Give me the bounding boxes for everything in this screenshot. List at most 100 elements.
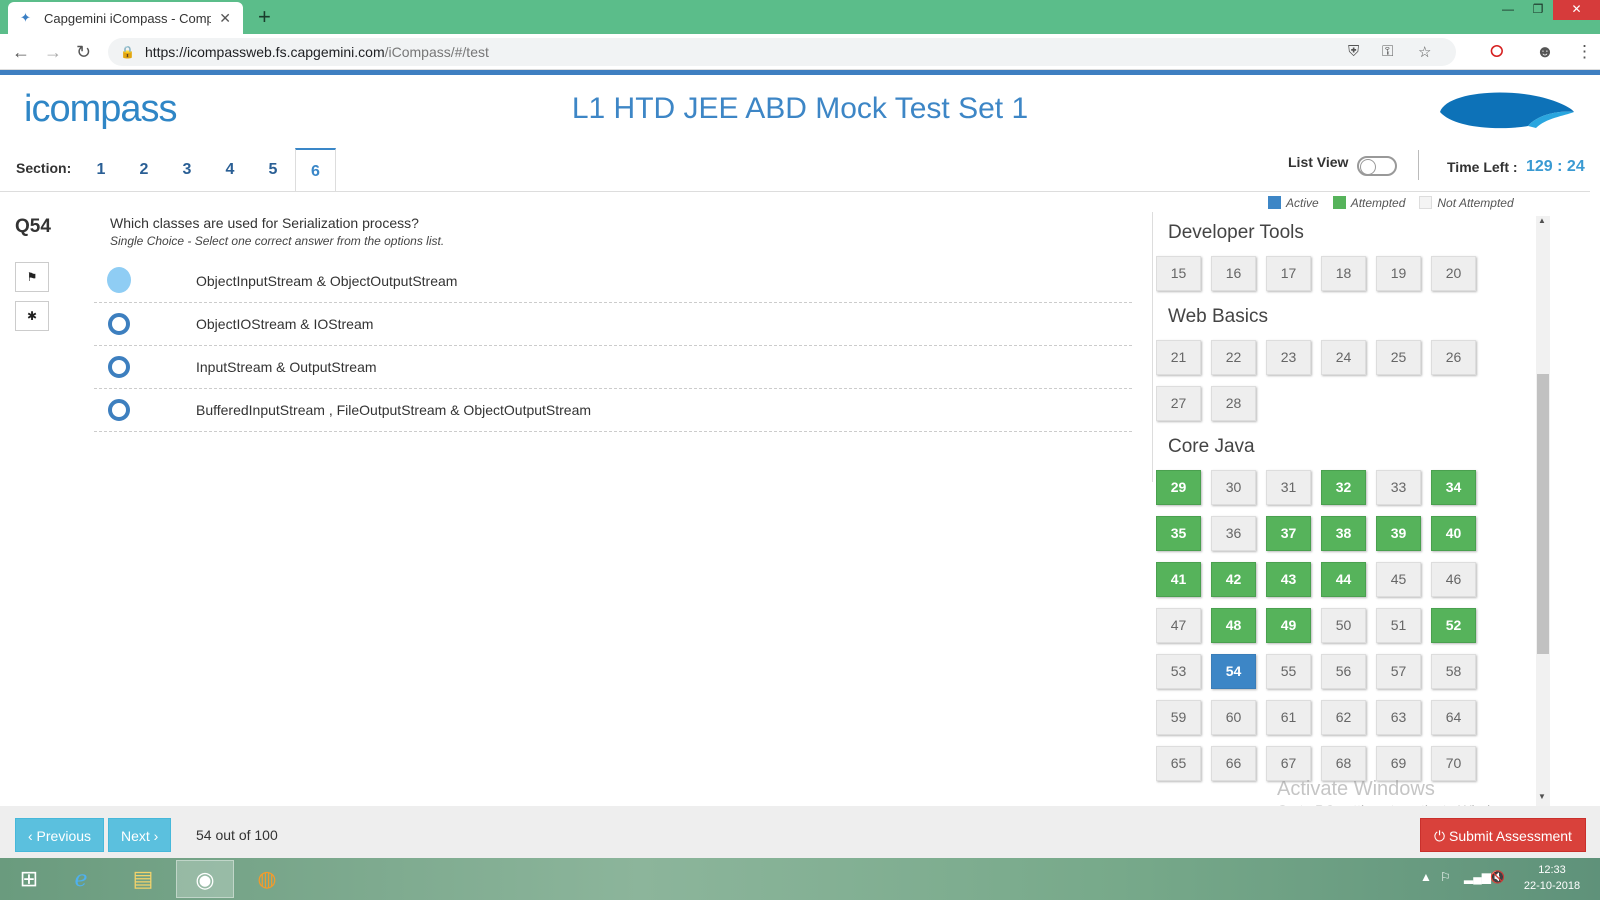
firefox-icon[interactable]: ◍ [238,860,296,898]
scroll-down-icon[interactable]: ▼ [1538,792,1546,801]
section-tab-6[interactable]: 6 [295,148,336,192]
blocked-popup-icon[interactable]: ⛨ [1348,43,1359,60]
question-cell[interactable]: 38 [1321,516,1366,551]
question-cell[interactable]: 56 [1321,654,1366,689]
scroll-up-icon[interactable]: ▲ [1538,216,1546,225]
question-cell[interactable]: 47 [1156,608,1201,643]
action-center-icon[interactable]: ⚐ [1440,870,1451,884]
list-view-toggle[interactable] [1357,156,1397,176]
question-cell[interactable]: 34 [1431,470,1476,505]
question-cell[interactable]: 63 [1376,700,1421,735]
question-cell[interactable]: 24 [1321,340,1366,375]
submit-assessment-button[interactable]: ⏻ Submit Assessment [1420,818,1586,852]
question-cell[interactable]: 67 [1266,746,1311,781]
question-cell[interactable]: 62 [1321,700,1366,735]
forward-arrow-icon[interactable]: → [44,42,62,63]
question-cell[interactable]: 21 [1156,340,1201,375]
new-tab-button[interactable]: + [258,4,271,30]
minimize-icon[interactable]: — [1493,0,1523,20]
option-1[interactable]: ObjectInputStream & ObjectOutputStream [94,260,1132,303]
option-4[interactable]: BufferedInputStream , FileOutputStream &… [94,389,1132,432]
question-cell[interactable]: 66 [1211,746,1256,781]
question-cell[interactable]: 54 [1211,654,1256,689]
menu-dots-icon[interactable]: ⋮ [1576,42,1593,62]
question-cell[interactable]: 65 [1156,746,1201,781]
question-cell[interactable]: 17 [1266,256,1311,291]
question-cell[interactable]: 32 [1321,470,1366,505]
question-cell[interactable]: 22 [1211,340,1256,375]
question-cell[interactable]: 52 [1431,608,1476,643]
question-cell[interactable]: 36 [1211,516,1256,551]
question-cell[interactable]: 20 [1431,256,1476,291]
question-cell[interactable]: 69 [1376,746,1421,781]
question-cell[interactable]: 48 [1211,608,1256,643]
radio-icon[interactable] [108,313,130,335]
previous-button[interactable]: ‹ Previous [15,818,105,852]
network-icon[interactable]: ▂▄▆ [1464,870,1491,884]
file-explorer-icon[interactable]: ▤ [114,860,172,898]
question-cell[interactable]: 29 [1156,470,1201,505]
back-arrow-icon[interactable]: ← [12,42,30,63]
question-cell[interactable]: 55 [1266,654,1311,689]
section-tab-4[interactable]: 4 [209,148,251,192]
windows-start-icon[interactable]: ⊞ [0,860,58,898]
question-cell[interactable]: 41 [1156,562,1201,597]
question-cell[interactable]: 27 [1156,386,1201,421]
reload-icon[interactable]: ↻ [76,42,91,63]
question-cell[interactable]: 43 [1266,562,1311,597]
option-3[interactable]: InputStream & OutputStream [94,346,1132,389]
section-tab-2[interactable]: 2 [123,148,165,192]
radio-icon[interactable] [108,356,130,378]
question-cell[interactable]: 44 [1321,562,1366,597]
question-cell[interactable]: 39 [1376,516,1421,551]
restore-icon[interactable]: ❐ [1523,0,1553,20]
close-tab-icon[interactable]: ✕ [219,10,231,27]
report-bug-button[interactable]: ✱ [15,301,49,331]
profile-icon[interactable]: ☻ [1536,42,1554,62]
question-cell[interactable]: 51 [1376,608,1421,643]
section-tab-3[interactable]: 3 [166,148,208,192]
radio-icon[interactable] [108,399,130,421]
question-cell[interactable]: 53 [1156,654,1201,689]
palette-scrollbar[interactable]: ▲ ▼ [1536,216,1550,806]
question-cell[interactable]: 70 [1431,746,1476,781]
question-cell[interactable]: 31 [1266,470,1311,505]
question-cell[interactable]: 30 [1211,470,1256,505]
close-window-icon[interactable]: ✕ [1553,0,1600,20]
question-cell[interactable]: 15 [1156,256,1201,291]
question-cell[interactable]: 57 [1376,654,1421,689]
section-tab-5[interactable]: 5 [252,148,294,192]
internet-explorer-icon[interactable]: ℯ [52,860,110,898]
opera-extension-icon[interactable]: ⭘ [1490,42,1504,62]
question-cell[interactable]: 28 [1211,386,1256,421]
browser-tab[interactable]: ✦ Capgemini iCompass - Compete ✕ [8,2,243,34]
flag-button[interactable]: ⚑ [15,262,49,292]
question-cell[interactable]: 26 [1431,340,1476,375]
question-cell[interactable]: 23 [1266,340,1311,375]
key-icon[interactable]: ⚿ [1382,43,1393,60]
question-cell[interactable]: 16 [1211,256,1256,291]
next-button[interactable]: Next › [108,818,172,852]
question-cell[interactable]: 58 [1431,654,1476,689]
question-cell[interactable]: 49 [1266,608,1311,643]
volume-muted-icon[interactable]: 🔇 [1490,870,1505,884]
option-2[interactable]: ObjectIOStream & IOStream [94,303,1132,346]
question-cell[interactable]: 19 [1376,256,1421,291]
question-cell[interactable]: 61 [1266,700,1311,735]
question-cell[interactable]: 40 [1431,516,1476,551]
question-cell[interactable]: 37 [1266,516,1311,551]
radio-selected-icon[interactable] [107,267,131,293]
question-cell[interactable]: 60 [1211,700,1256,735]
question-cell[interactable]: 50 [1321,608,1366,643]
section-tab-1[interactable]: 1 [80,148,122,192]
question-cell[interactable]: 45 [1376,562,1421,597]
question-cell[interactable]: 25 [1376,340,1421,375]
question-cell[interactable]: 33 [1376,470,1421,505]
question-cell[interactable]: 64 [1431,700,1476,735]
taskbar-clock[interactable]: 12:33 22-10-2018 [1516,862,1588,894]
question-cell[interactable]: 18 [1321,256,1366,291]
url-bar[interactable]: 🔒 https://icompassweb.fs.capgemini.com/i… [108,38,1456,66]
chrome-icon[interactable]: ◉ [176,860,234,898]
question-cell[interactable]: 68 [1321,746,1366,781]
tray-expand-icon[interactable]: ▲ [1420,870,1432,884]
